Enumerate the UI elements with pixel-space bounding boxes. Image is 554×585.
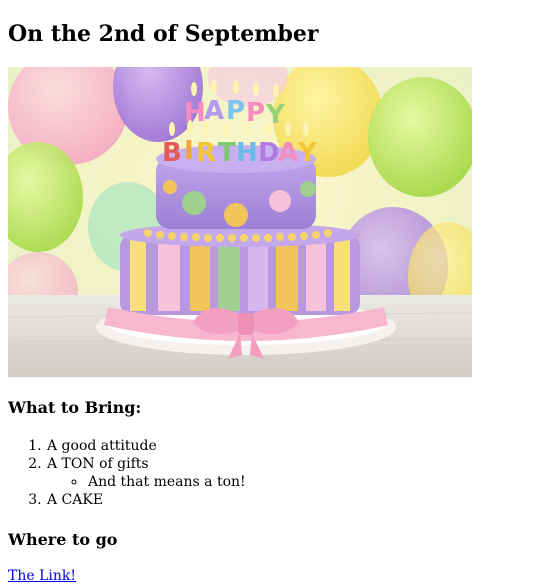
bring-list: A good attitude A TON of gifts And that …	[8, 437, 246, 509]
list-item: A TON of gifts And that means a ton!	[46, 455, 246, 491]
sub-list-item: And that means a ton!	[87, 473, 246, 491]
list-item-text: A good attitude	[47, 438, 157, 454]
svg-text:I: I	[184, 136, 194, 166]
list-item-text: A TON of gifts	[47, 456, 149, 472]
svg-text:D: D	[258, 138, 280, 168]
svg-text:R: R	[196, 138, 216, 168]
svg-text:B: B	[162, 138, 182, 168]
what-to-bring-heading: What to Bring:	[8, 398, 142, 417]
page-title: On the 2nd of September	[8, 21, 319, 47]
where-to-go-heading: Where to go	[8, 530, 118, 549]
svg-text:P: P	[246, 98, 265, 128]
the-link[interactable]: The Link!	[8, 568, 76, 584]
svg-text:Y: Y	[297, 138, 318, 168]
list-item: A CAKE	[46, 491, 246, 509]
svg-text:H: H	[236, 138, 258, 168]
list-item-text: A CAKE	[47, 492, 104, 508]
svg-text:A: A	[278, 138, 298, 168]
birthday-cake-image: H A P P Y B I R T H D A Y	[8, 67, 472, 377]
svg-text:P: P	[226, 96, 245, 126]
svg-text:A: A	[204, 96, 224, 126]
sub-list: And that means a ton!	[47, 473, 246, 491]
svg-text:T: T	[218, 138, 236, 168]
list-item: A good attitude	[46, 437, 246, 455]
svg-text:H: H	[184, 98, 206, 128]
